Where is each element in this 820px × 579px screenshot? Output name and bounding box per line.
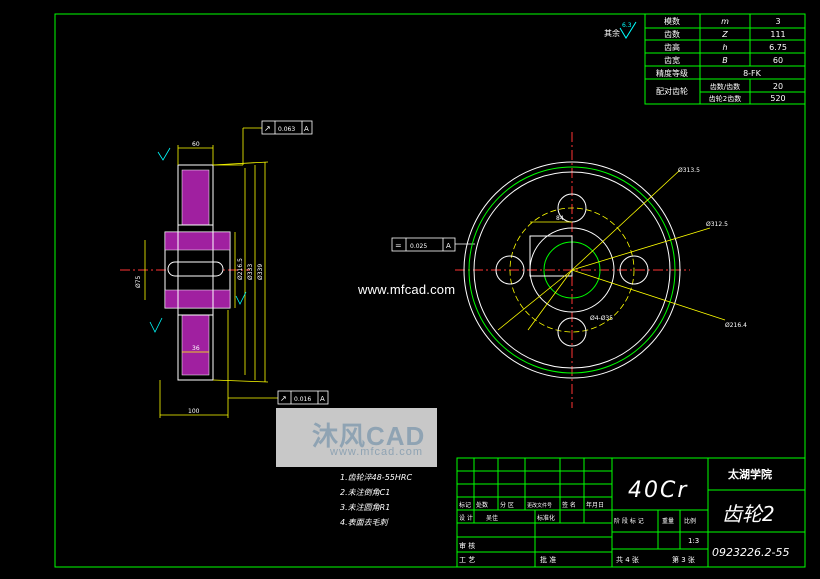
watermark-domain: www.mfcad.com [330, 446, 424, 458]
watermark-site-text: www.mfcad.com [358, 282, 456, 297]
design-label: 设 计 [459, 514, 473, 522]
param-value-6: 520 [770, 94, 785, 103]
param-symbol-0: m [721, 17, 729, 26]
weight-label: 重量 [662, 517, 674, 525]
note-1: 1.齿轮淬48-55HRC [340, 473, 412, 482]
hdr-doc: 更改文件号 [527, 502, 552, 509]
dim-d2: Ø333 [247, 264, 254, 280]
param-value-2: 6.75 [769, 43, 787, 52]
param-symbol-2: h [722, 43, 727, 52]
hdr-date: 年月日 [586, 501, 604, 509]
sheet-number: 第 3 张 [672, 555, 695, 564]
roughness-mark: 其余 6.3 [604, 21, 637, 39]
tol-top-symbol: ↗ [264, 124, 271, 133]
review-label: 审 核 [459, 541, 475, 550]
plan-d2: Ø312.5 [706, 221, 728, 228]
note-4: 4.表面去毛刺 [340, 518, 389, 527]
material: 40Cr [628, 478, 688, 503]
stage-label: 阶 段 标 记 [614, 517, 644, 525]
note-2: 2.未注倒角C1 [340, 488, 390, 497]
param-symbol-3: B [722, 56, 728, 65]
param-value-0: 3 [775, 17, 780, 26]
params-table-text: 模数 m 3 齿数 Z 111 齿高 h 6.75 齿宽 B 60 精度等级 8… [656, 16, 787, 103]
plan-d1: Ø313.5 [678, 167, 700, 174]
process-label: 工 艺 [459, 556, 475, 564]
param-symbol-1: Z [721, 30, 728, 39]
approve-label: 批 准 [540, 555, 556, 564]
tol-top-datum: A [304, 125, 309, 133]
plan-dim-text: Ø313.5 Ø312.5 Ø216.4 Ø4-Ø35 84 [556, 167, 747, 329]
ratio-label: 比例 [684, 517, 696, 525]
param-name-3: 齿宽 [664, 55, 680, 65]
tol-top-value: 0.063 [278, 126, 295, 133]
tol-mid-datum: A [446, 242, 451, 250]
drawing-number: 0923226.2-55 [712, 546, 789, 559]
hdr-sign: 签 名 [562, 501, 576, 509]
plan-d4: Ø4-Ø35 [590, 315, 613, 322]
tolerance-frame-mid: = 0.025 A [391, 237, 475, 252]
param-name-5: 配对齿轮 [656, 86, 688, 96]
hdr-zone: 分 区 [500, 501, 514, 509]
param-value-5: 20 [773, 82, 783, 91]
param-name-0: 模数 [664, 16, 680, 26]
tech-notes: 1.齿轮淬48-55HRC 2.未注倒角C1 3.未注圆角R1 4.表面去毛刺 [340, 473, 412, 527]
roughness-note: 其余 [604, 28, 620, 38]
tolerance-frame-bottom: ↗ 0.016 A [277, 390, 329, 405]
tol-mid-value: 0.025 [410, 243, 427, 250]
param-value-1: 111 [770, 30, 785, 39]
roughness-value: 6.3 [622, 22, 632, 29]
param-value-3: 60 [773, 56, 783, 65]
plan-leaders [497, 169, 726, 331]
dim-bottom-width: 100 [188, 408, 200, 415]
dim-d3: Ø339 [257, 264, 264, 280]
param-symbol-5: 齿数/齿数 [710, 82, 740, 91]
dim-bore: Ø75 [135, 275, 142, 288]
dim-hub-len: 36 [192, 345, 200, 352]
param-value-4: 8-FK [743, 69, 762, 78]
sheets-total: 共 4 张 [616, 555, 639, 564]
note-3: 3.未注圆角R1 [340, 503, 390, 512]
standard-label: 标准化 [537, 514, 555, 522]
plan-key: 84 [556, 215, 564, 222]
school-name: 太湖学院 [727, 467, 772, 481]
param-name-2: 齿高 [664, 42, 680, 52]
tol-bottom-datum: A [320, 395, 325, 403]
scale: 1:3 [688, 537, 699, 545]
dim-top-width: 60 [192, 141, 200, 148]
designer: 吴佳 [486, 514, 498, 522]
part-name: 齿轮2 [722, 502, 775, 526]
dim-d1: Ø216.5 [237, 258, 244, 280]
hdr-count: 处数 [476, 501, 488, 509]
param-symbol-6: 齿轮2齿数 [709, 94, 741, 103]
section-view [120, 164, 250, 381]
plan-d3: Ø216.4 [725, 322, 747, 329]
tol-mid-symbol: = [395, 241, 402, 250]
hdr-mark: 标记 [459, 501, 471, 509]
tol-bottom-symbol: ↗ [280, 394, 287, 403]
param-name-4: 精度等级 [656, 68, 688, 78]
tol-bottom-value: 0.016 [294, 396, 311, 403]
param-name-1: 齿数 [664, 29, 680, 39]
tolerance-frame-top: ↗ 0.063 A [261, 120, 313, 135]
